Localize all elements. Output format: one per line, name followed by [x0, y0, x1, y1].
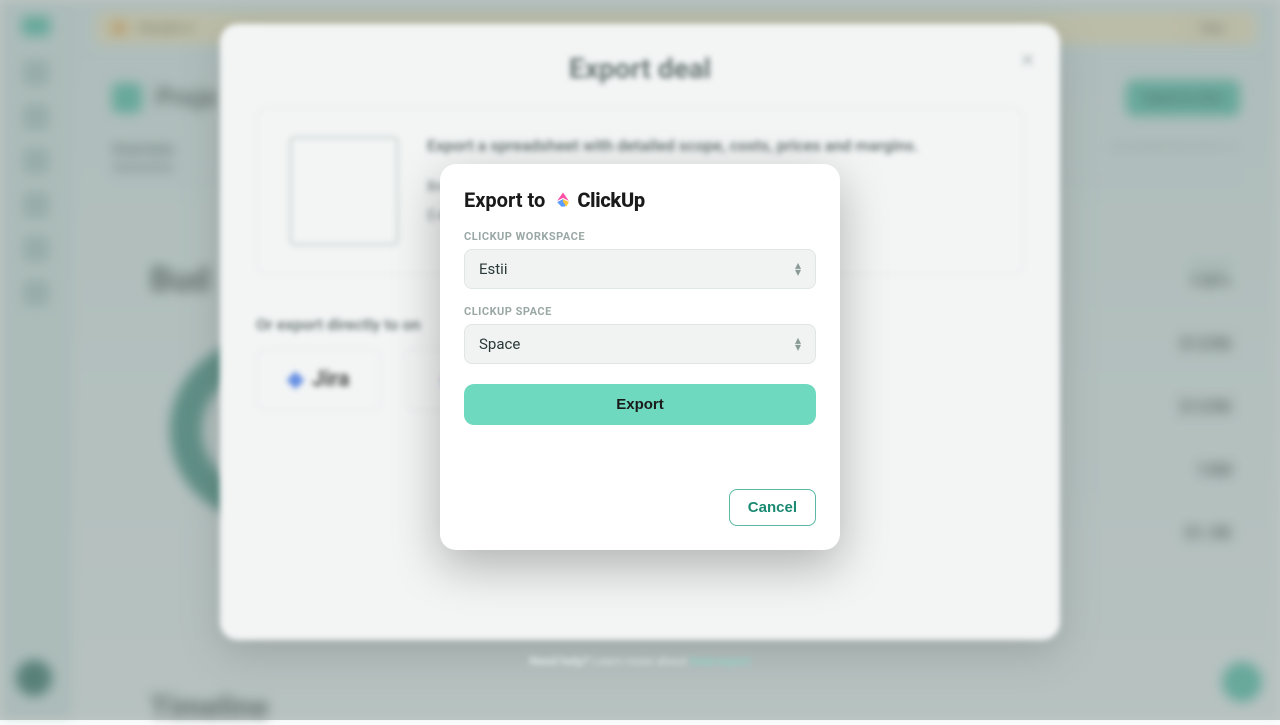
space-select[interactable]: Space ▴▾ — [464, 324, 816, 364]
cancel-button[interactable]: Cancel — [729, 489, 816, 526]
export-button[interactable]: Export — [464, 384, 816, 425]
export-clickup-title: Export to ClickUp — [464, 188, 816, 212]
clickup-icon — [553, 190, 573, 210]
export-clickup-modal: Export to ClickUp CLICKUP WORKSPACE Esti… — [440, 164, 840, 550]
clickup-logo: ClickUp — [553, 188, 645, 212]
chevron-updown-icon: ▴▾ — [795, 262, 801, 276]
workspace-label: CLICKUP WORKSPACE — [464, 230, 816, 243]
workspace-select[interactable]: Estii ▴▾ — [464, 249, 816, 289]
space-label: CLICKUP SPACE — [464, 305, 816, 318]
chevron-updown-icon: ▴▾ — [795, 337, 801, 351]
space-value: Space — [479, 335, 520, 353]
workspace-value: Estii — [479, 260, 507, 278]
